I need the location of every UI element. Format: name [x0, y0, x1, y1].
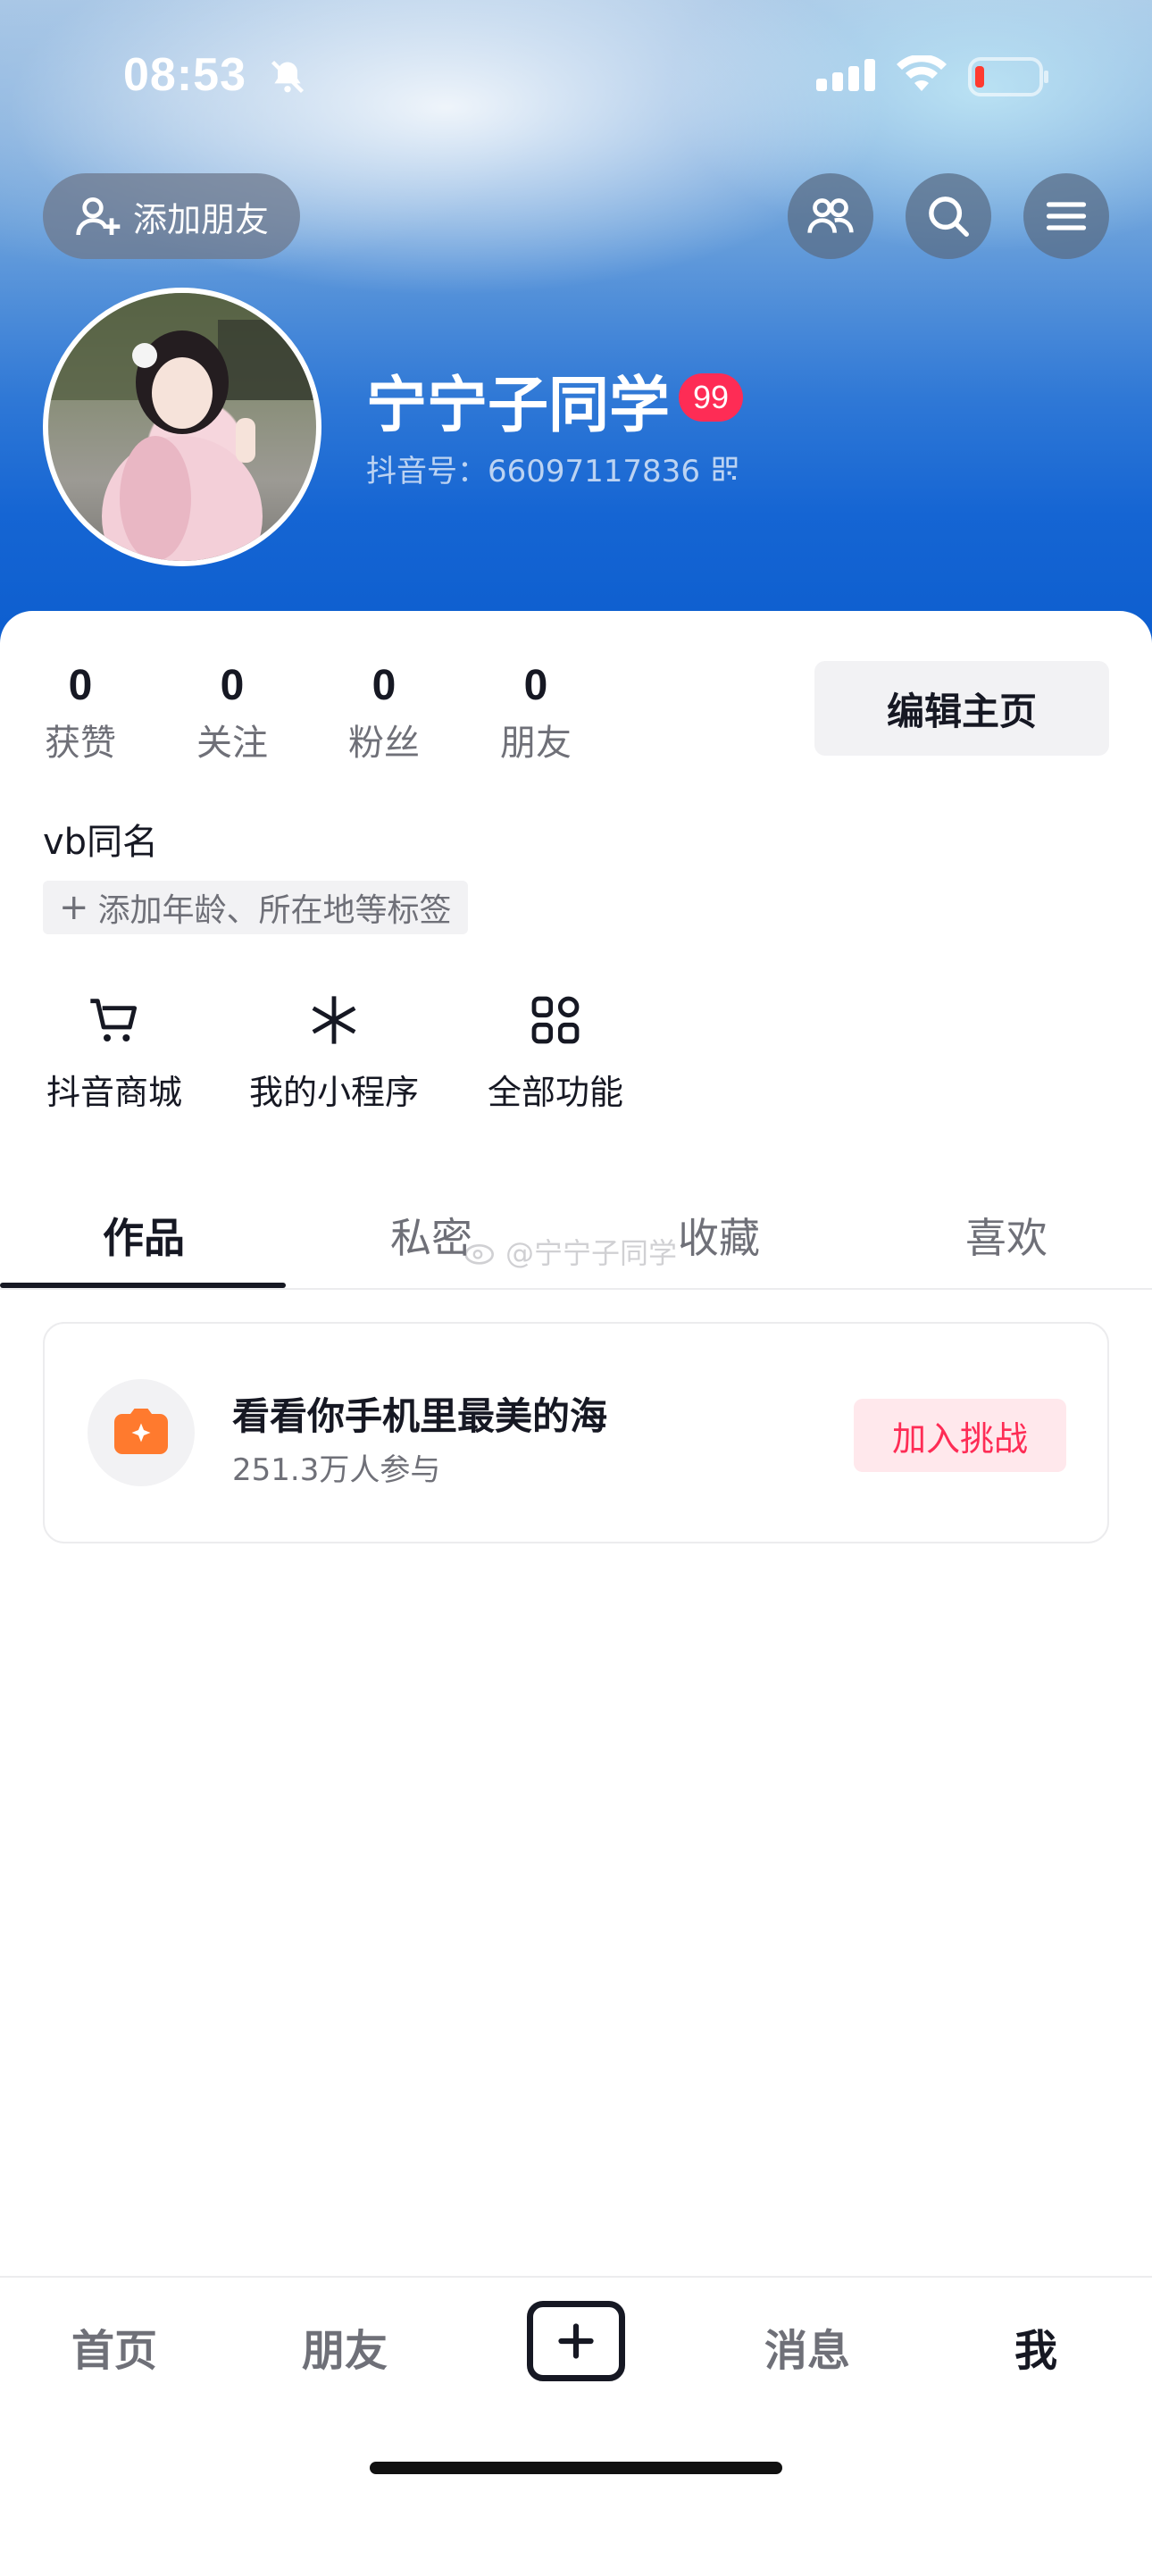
avatar[interactable] — [43, 288, 321, 566]
notification-badge[interactable]: 99 — [679, 373, 743, 422]
asterisk-icon — [312, 996, 356, 1044]
friends-icon — [807, 198, 854, 233]
camera-sparkle-icon — [114, 1409, 168, 1454]
tab-divider — [0, 1288, 1152, 1290]
bio-text: vb同名 — [43, 822, 159, 863]
home-indicator — [370, 2462, 782, 2474]
cart-icon — [90, 999, 138, 1041]
nav-home[interactable]: 首页 — [25, 2315, 204, 2378]
tab-likes[interactable]: 喜欢 — [863, 1206, 1150, 1265]
stat-friends[interactable]: 0 朋友 — [482, 661, 589, 765]
stat-followers[interactable]: 0 粉丝 — [330, 661, 438, 765]
wifi-icon — [895, 54, 948, 98]
stat-likes[interactable]: 0 获赞 — [27, 661, 134, 765]
nav-me[interactable]: 我 — [947, 2315, 1125, 2378]
signal-icon — [816, 59, 879, 95]
stat-following[interactable]: 0 关注 — [179, 661, 286, 765]
stat-label: 粉丝 — [348, 723, 420, 764]
watermark-text: @宁宁子同学 — [505, 1236, 678, 1270]
challenge-icon-wrap — [88, 1379, 195, 1486]
function-label: 全部功能 — [487, 1073, 623, 1112]
search-icon — [929, 197, 969, 237]
function-mini-programs[interactable]: 我的小程序 — [246, 991, 422, 1114]
join-challenge-button[interactable]: 加入挑战 — [854, 1399, 1066, 1472]
douyin-id[interactable]: 抖音号：66097117836 — [366, 447, 739, 490]
status-time: 08:53 — [123, 49, 246, 101]
qr-code-icon — [713, 456, 738, 481]
stat-label: 关注 — [196, 723, 268, 764]
stat-value: 0 — [371, 662, 397, 709]
watermark: @宁宁子同学 — [464, 1231, 677, 1272]
search-button[interactable] — [906, 173, 991, 259]
nav-friends[interactable]: 朋友 — [255, 2315, 434, 2378]
battery-icon — [968, 57, 1050, 100]
create-button[interactable] — [527, 2301, 625, 2381]
function-all[interactable]: 全部功能 — [484, 991, 627, 1114]
add-tag-label: 添加年龄、所在地等标签 — [97, 892, 452, 929]
function-mall[interactable]: 抖音商城 — [43, 991, 186, 1114]
function-label: 我的小程序 — [248, 1073, 419, 1112]
function-label: 抖音商城 — [46, 1073, 182, 1112]
bell-muted-icon — [268, 57, 307, 100]
menu-button[interactable] — [1023, 173, 1109, 259]
edit-profile-button[interactable]: 编辑主页 — [814, 661, 1109, 756]
stat-label: 朋友 — [500, 723, 572, 764]
add-friend-button[interactable]: 添加朋友 — [43, 173, 300, 259]
menu-icon — [1046, 202, 1087, 230]
nav-messages[interactable]: 消息 — [718, 2315, 897, 2378]
douyin-id-text: 抖音号：66097117836 — [366, 454, 700, 489]
grid-icon — [531, 996, 580, 1044]
active-tab-indicator — [0, 1283, 286, 1288]
avatar-photo — [48, 293, 316, 561]
challenge-title: 看看你手机里最美的海 — [232, 1394, 608, 1438]
weibo-icon — [464, 1244, 494, 1265]
challenge-participants: 251.3万人参与 — [232, 1452, 441, 1488]
username: 宁宁子同学 — [366, 371, 671, 441]
plus-icon — [558, 2323, 594, 2359]
stat-value: 0 — [220, 662, 245, 709]
stat-label: 获赞 — [45, 723, 116, 764]
plus-icon: + — [59, 887, 89, 928]
friends-button[interactable] — [788, 173, 873, 259]
add-friend-label: 添加朋友 — [132, 199, 269, 239]
challenge-card[interactable]: 看看你手机里最美的海 251.3万人参与 加入挑战 — [43, 1322, 1109, 1543]
stat-value: 0 — [523, 662, 548, 709]
add-tag-button[interactable]: + 添加年龄、所在地等标签 — [43, 881, 468, 934]
add-user-icon — [76, 197, 121, 236]
stat-value: 0 — [68, 662, 93, 709]
tab-works[interactable]: 作品 — [0, 1206, 288, 1265]
